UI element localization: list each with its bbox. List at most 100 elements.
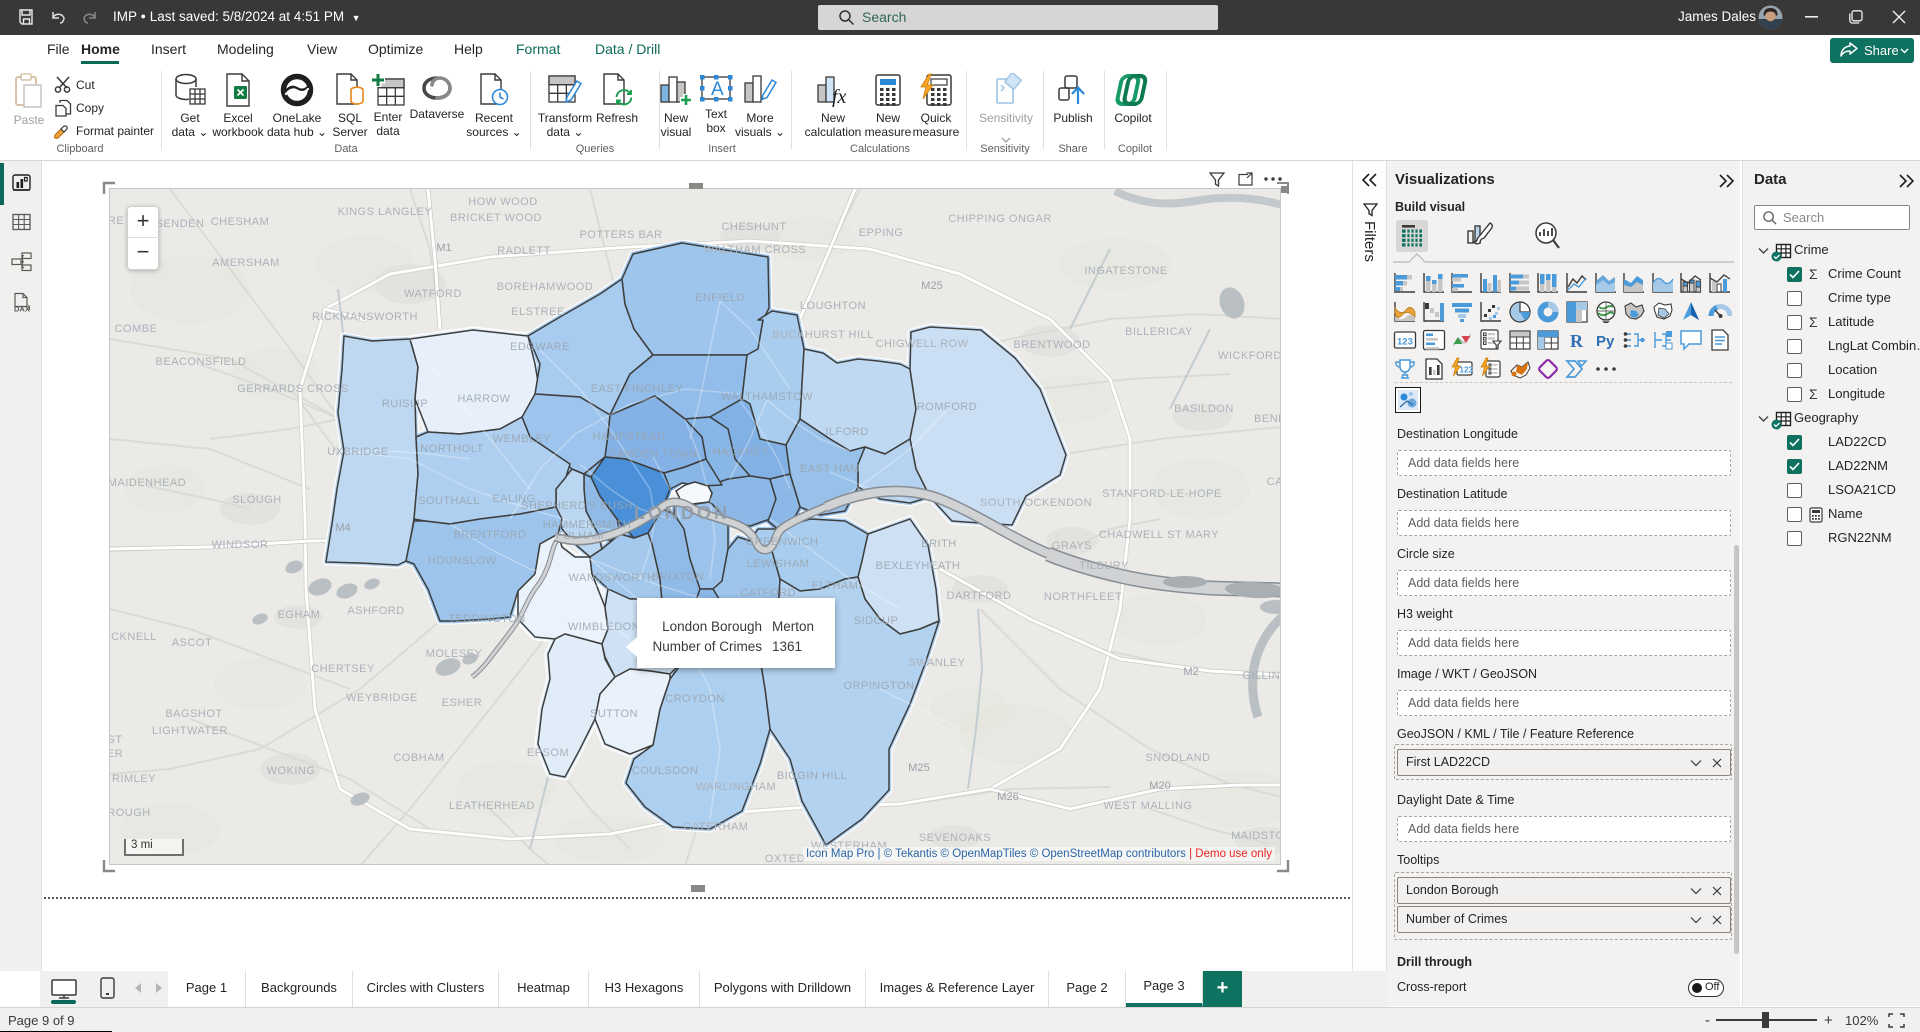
svg-text:WEYBRIDGE: WEYBRIDGE [346, 692, 418, 704]
svg-text:ORPINGTON: ORPINGTON [844, 680, 915, 692]
svg-text:HAMMERSMITH: HAMMERSMITH [543, 519, 632, 531]
svg-text:EGHAM: EGHAM [278, 609, 321, 621]
svg-text:HOUNSLOW: HOUNSLOW [428, 555, 497, 567]
svg-text:TILBURY: TILBURY [1079, 560, 1129, 572]
svg-text:COMBE: COMBE [115, 323, 158, 335]
svg-text:MOLESEY: MOLESEY [426, 648, 483, 660]
svg-text:BRENTFORD: BRENTFORD [454, 529, 527, 541]
svg-text:RADLETT: RADLETT [497, 245, 551, 257]
svg-text:SIDCUP: SIDCUP [854, 615, 899, 627]
svg-text:CHIGWELL ROW: CHIGWELL ROW [876, 338, 969, 350]
svg-text:RE: RE [110, 215, 124, 227]
svg-text:M2: M2 [1183, 666, 1198, 678]
svg-text:EPPING: EPPING [859, 227, 904, 239]
svg-text:R: R [1570, 331, 1584, 351]
svg-text:CHESHAM: CHESHAM [211, 216, 270, 228]
svg-text:SOUTHALL: SOUTHALL [418, 495, 480, 507]
svg-text:POTTERS BAR: POTTERS BAR [579, 229, 662, 241]
svg-text:TEDDINGTON: TEDDINGTON [448, 613, 526, 625]
svg-text:WEMBLEY: WEMBLEY [493, 433, 552, 445]
svg-text:DARTFORD: DARTFORD [947, 590, 1012, 602]
svg-text:SOUTH OCKENDON: SOUTH OCKENDON [980, 497, 1092, 509]
svg-text:WARLINGHAM: WARLINGHAM [696, 781, 776, 793]
svg-text:SEVENOAKS: SEVENOAKS [919, 832, 991, 844]
svg-text:HACKNEY: HACKNEY [713, 446, 770, 458]
svg-text:AMERSHAM: AMERSHAM [212, 257, 280, 269]
svg-text:CHADWELL ST MARY: CHADWELL ST MARY [1099, 529, 1219, 541]
svg-text:EAST HAM: EAST HAM [800, 463, 860, 475]
svg-text:COULSDON: COULSDON [632, 765, 698, 777]
svg-text:BRENTWOOD: BRENTWOOD [1013, 339, 1090, 351]
svg-text:RIMLEY: RIMLEY [112, 773, 156, 785]
svg-text:WANDSWORTH: WANDSWORTH [569, 572, 656, 584]
svg-text:ILFORD: ILFORD [825, 426, 868, 438]
svg-text:HAMPSTEAD: HAMPSTEAD [593, 431, 666, 443]
svg-text:BASILDON: BASILDON [1174, 403, 1234, 415]
svg-text:WALTHAMSTOW: WALTHAMSTOW [721, 391, 813, 403]
svg-text:NORTHFLEET: NORTHFLEET [1044, 591, 1122, 603]
svg-text:RICKMANSWORTH: RICKMANSWORTH [312, 311, 418, 323]
svg-text:M20: M20 [1149, 780, 1170, 792]
svg-text:BRIXTON: BRIXTON [652, 571, 704, 583]
svg-text:BENFL: BENFL [1254, 413, 1281, 425]
svg-text:KINGS LANGLEY: KINGS LANGLEY [338, 206, 433, 218]
svg-text:STANFORD-LE-HOPE: STANFORD-LE-HOPE [1102, 488, 1222, 500]
svg-text:CAN: CAN [1267, 476, 1281, 488]
svg-text:WINDSOR: WINDSOR [212, 539, 269, 551]
svg-text:FULHAM: FULHAM [556, 530, 604, 542]
svg-text:ELTHAM: ELTHAM [812, 580, 859, 592]
svg-text:LIGHTWATER: LIGHTWATER [152, 725, 228, 737]
svg-text:LEATHERHEAD: LEATHERHEAD [449, 800, 535, 812]
svg-text:ROUGH: ROUGH [110, 807, 151, 819]
svg-text:SNODLAND: SNODLAND [1145, 752, 1210, 764]
svg-text:LEWISHAM: LEWISHAM [747, 558, 810, 570]
svg-text:M4: M4 [335, 522, 350, 534]
svg-text:DAX: DAX [14, 305, 30, 314]
svg-text:123: 123 [1397, 337, 1413, 348]
svg-text:EPSOM: EPSOM [527, 747, 569, 759]
svg-text:M26: M26 [997, 791, 1018, 803]
svg-text:BIGGIN HILL: BIGGIN HILL [777, 770, 847, 782]
svg-text:GILLINGH: GILLINGH [1242, 670, 1281, 682]
svg-text:BUCKHURST HILL: BUCKHURST HILL [772, 329, 874, 341]
svg-text:WEST MALLING: WEST MALLING [1104, 800, 1193, 812]
svg-text:ST: ST [110, 734, 123, 746]
svg-text:WATFORD: WATFORD [404, 288, 462, 300]
svg-text:GREENWICH: GREENWICH [746, 536, 819, 548]
svg-text:WIMBLEDON: WIMBLEDON [568, 621, 640, 633]
svg-text:NORTHOLT: NORTHOLT [420, 443, 484, 455]
svg-text:BEXLEYHEATH: BEXLEYHEATH [876, 560, 961, 572]
svg-text:CHIPPING ONGAR: CHIPPING ONGAR [948, 213, 1052, 225]
svg-text:INGATESTONE: INGATESTONE [1084, 265, 1167, 277]
svg-text:ASHFORD: ASHFORD [347, 605, 404, 617]
svg-text:ASCOT: ASCOT [172, 637, 212, 649]
svg-text:EDGWARE: EDGWARE [510, 341, 570, 353]
svg-text:MAIDSTONE: MAIDSTONE [1231, 830, 1281, 842]
svg-text:ELSTREE: ELSTREE [511, 306, 565, 318]
svg-text:M25: M25 [908, 762, 929, 774]
svg-text:ERITH: ERITH [921, 538, 957, 550]
svg-text:M1: M1 [436, 242, 451, 254]
svg-text:SWANLEY: SWANLEY [909, 657, 966, 669]
svg-text:SUTTON: SUTTON [590, 708, 638, 720]
svg-text:M25: M25 [921, 280, 942, 292]
svg-text:BOREHAMWOOD: BOREHAMWOOD [497, 281, 594, 293]
svg-text:GERRARDS CROSS: GERRARDS CROSS [237, 383, 349, 395]
svg-text:SLOUGH: SLOUGH [232, 494, 281, 506]
svg-text:CATERHAM: CATERHAM [684, 821, 749, 833]
svg-text:WICKFORD: WICKFORD [1218, 350, 1281, 362]
svg-text:UXBRIDGE: UXBRIDGE [327, 446, 388, 458]
svg-text:COBHAM: COBHAM [393, 752, 444, 764]
svg-text:ER: ER [110, 748, 123, 760]
svg-text:HARROW: HARROW [457, 393, 510, 405]
svg-text:SHEPHERD'S BUSH: SHEPHERD'S BUSH [521, 500, 633, 512]
svg-text:Py: Py [1596, 333, 1615, 350]
svg-text:WALTHAM CROSS: WALTHAM CROSS [704, 244, 806, 256]
svg-text:WOKING: WOKING [267, 765, 316, 777]
svg-text:ROMFORD: ROMFORD [917, 401, 977, 413]
svg-text:EAST FINCHLEY: EAST FINCHLEY [591, 383, 684, 395]
svg-text:fx: fx [832, 86, 847, 107]
svg-text:RUISLIP: RUISLIP [382, 398, 428, 410]
svg-text:ESHER: ESHER [442, 697, 482, 709]
svg-text:CHESHUNT: CHESHUNT [721, 221, 786, 233]
